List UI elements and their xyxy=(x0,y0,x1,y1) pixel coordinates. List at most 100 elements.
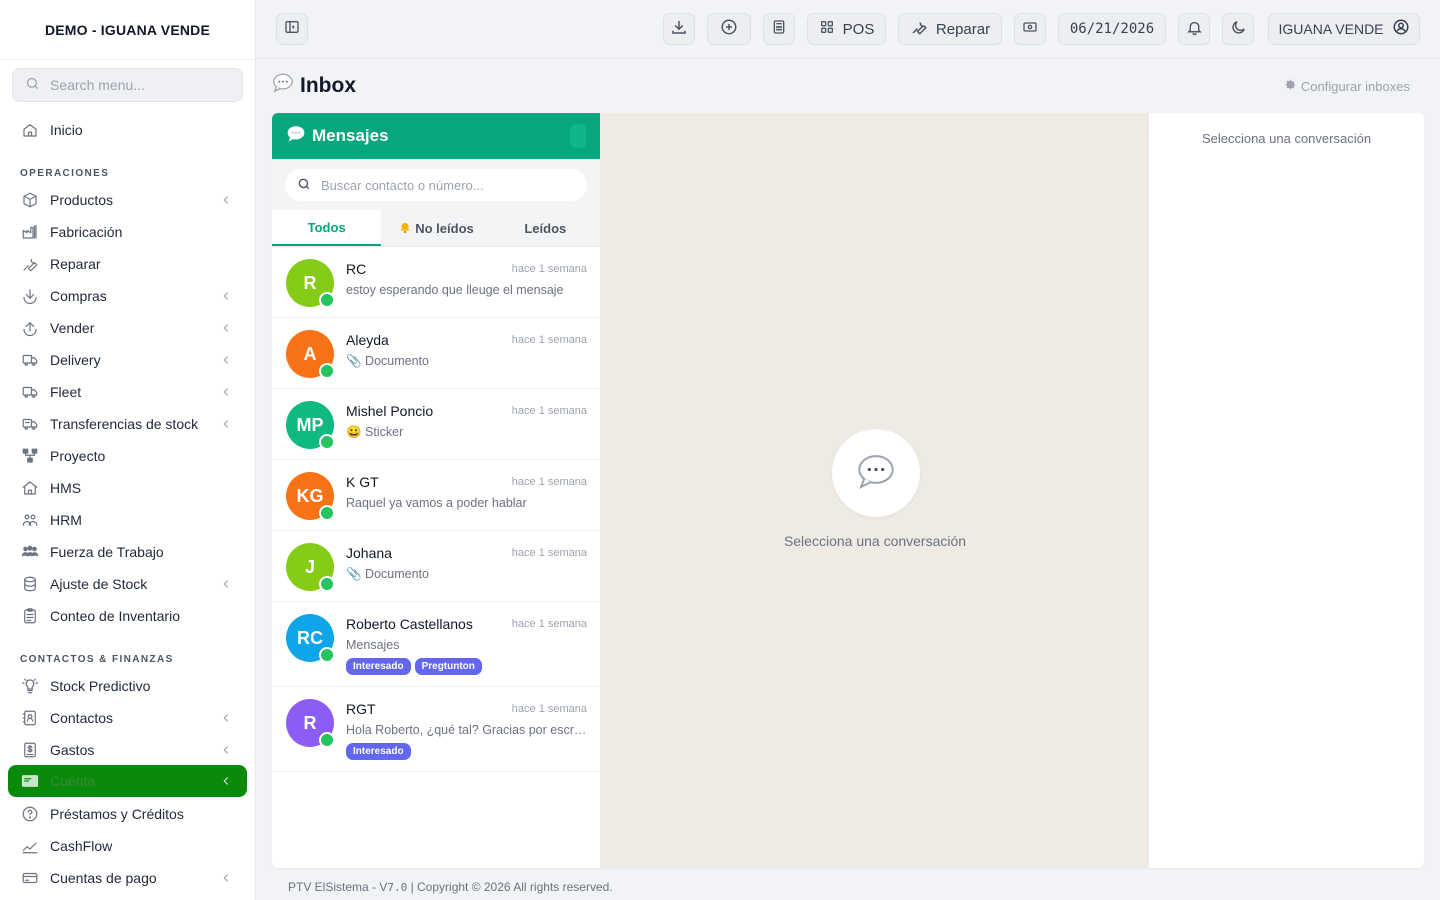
chevron-left-icon xyxy=(219,289,235,303)
tag-badge[interactable]: Interesado xyxy=(346,743,411,760)
menu-search-input[interactable] xyxy=(50,77,230,93)
tag-badge[interactable]: Interesado xyxy=(346,658,411,675)
sidebar-item-cashflow[interactable]: CashFlow xyxy=(8,830,247,862)
chevron-left-icon xyxy=(219,711,235,725)
chevron-left-icon xyxy=(219,871,235,885)
menu-search[interactable] xyxy=(12,68,243,102)
conversation-preview: 📎 Documento xyxy=(346,567,429,581)
empty-chat-text: Selecciona una conversación xyxy=(783,533,967,549)
contact-search-input[interactable] xyxy=(321,177,561,193)
sidebar-item-productos[interactable]: Productos xyxy=(8,184,247,216)
conversation-item[interactable]: KG K GT hace 1 semana Raquel ya vamos a pod… xyxy=(272,460,601,531)
sidebar-item-label: Cuenta xyxy=(50,773,96,789)
wrench-icon xyxy=(910,18,928,40)
conversation-item[interactable]: R RC hace 1 semana estoy esperando que lleu… xyxy=(272,247,601,318)
conversation-item[interactable]: R RGT hace 1 semana Hola Roberto, ¿qué tal?… xyxy=(272,687,601,772)
sidebar-item-fuerza-de-trabajo[interactable]: Fuerza de Trabajo xyxy=(8,536,247,568)
chevron-left-icon xyxy=(219,353,235,367)
user-menu-button[interactable]: IGUANA VENDE xyxy=(1268,13,1420,45)
conversation-preview: Mensajes xyxy=(346,638,400,652)
sidebar-item-proyecto[interactable]: Proyecto xyxy=(8,440,247,472)
contact-search[interactable] xyxy=(285,169,587,201)
cash-button[interactable] xyxy=(1014,13,1046,45)
sidebar-item-vender[interactable]: Vender xyxy=(8,312,247,344)
repair-button[interactable]: Reparar xyxy=(898,13,1002,45)
configure-inboxes-link[interactable]: Configurar inboxes xyxy=(1284,78,1410,94)
page-title-text: Inbox xyxy=(300,74,356,97)
sidebar-item-fabricacion[interactable]: Fabricación xyxy=(8,216,247,248)
calculator-button[interactable] xyxy=(763,13,795,45)
conversation-item[interactable]: J Johana hace 1 semana 📎 Documento xyxy=(272,531,601,602)
conversation-tags: Interesado Pregtunton xyxy=(346,658,482,675)
sidebar-item-label: Préstamos y Créditos xyxy=(50,806,184,822)
avatar-initials: KG xyxy=(296,485,324,506)
tag-badge[interactable]: Pregtunton xyxy=(414,658,482,675)
online-status-dot xyxy=(319,576,335,592)
tab-unread[interactable]: No leídos xyxy=(381,210,490,246)
conversation-name: K GT xyxy=(346,474,379,490)
chevron-left-icon xyxy=(219,385,235,399)
conversation-item[interactable]: A Aleyda hace 1 semana 📎 Documento xyxy=(272,318,601,389)
sidebar-item-reparar[interactable]: Reparar xyxy=(8,248,247,280)
sidebar-item-hrm[interactable]: HRM xyxy=(8,504,247,536)
sidebar-item-label: Productos xyxy=(50,192,114,208)
dark-mode-button[interactable] xyxy=(1222,13,1254,45)
sidebar-item-prestamos-y-creditos[interactable]: Préstamos y Créditos xyxy=(8,798,247,830)
chevron-left-icon xyxy=(219,577,235,591)
home-icon xyxy=(20,120,40,140)
sidebar-item-label: HRM xyxy=(50,512,82,528)
conversation-preview: 📎 Documento xyxy=(346,354,429,368)
sidebar-item-conteo-de-inventario[interactable]: Conteo de Inventario xyxy=(8,600,247,632)
add-button[interactable] xyxy=(707,13,751,45)
sidebar-item-compras[interactable]: Compras xyxy=(8,280,247,312)
download-button[interactable] xyxy=(663,13,695,45)
conversation-name: RC xyxy=(346,261,367,277)
sidebar-item-cuentas-de-pago[interactable]: Cuentas de pago xyxy=(8,862,247,894)
question-circle-icon xyxy=(20,804,40,824)
download-icon xyxy=(20,286,40,306)
sidebar-item-label: Contactos xyxy=(50,710,114,726)
tab-all[interactable]: Todos xyxy=(272,210,382,246)
sidebar-item-stock-predictivo[interactable]: Stock Predictivo xyxy=(8,670,247,702)
sidebar-item-label: Delivery xyxy=(50,352,101,368)
contact-search-area xyxy=(272,159,600,210)
grid-icon xyxy=(819,19,835,39)
pos-button[interactable]: POS xyxy=(807,13,886,45)
date-display[interactable]: 06/21/2026 xyxy=(1058,13,1166,45)
speech-bubble-icon xyxy=(272,72,294,100)
sidebar-item-hms[interactable]: HMS xyxy=(8,472,247,504)
sidebar-item-label: Conteo de Inventario xyxy=(50,608,180,624)
conversation-item[interactable]: RC Roberto Castellanos hace 1 semana Mensaj… xyxy=(272,602,601,687)
sidebar-item-gastos[interactable]: Gastos xyxy=(8,734,247,766)
box-icon xyxy=(20,190,40,210)
lightbulb-icon xyxy=(20,676,40,696)
sidebar-item-transferencias-de-stock[interactable]: Transferencias de stock xyxy=(8,408,247,440)
tab-read[interactable]: Leídos xyxy=(491,210,600,246)
avatar-initials: A xyxy=(303,343,317,364)
sidebar-item-cuenta[interactable]: Cuenta xyxy=(8,765,247,797)
avatar-initials: RC xyxy=(297,627,323,648)
date-value: 06/21/2026 xyxy=(1069,21,1155,37)
conversation-name: Aleyda xyxy=(346,332,389,348)
conversation-time: hace 1 semana xyxy=(511,703,587,715)
footer-suffix: | Copyright © 2026 All rights reserved. xyxy=(407,880,613,894)
truck-icon xyxy=(20,382,40,402)
header-action-button[interactable] xyxy=(570,124,586,148)
section-title-operaciones: OPERACIONES xyxy=(20,168,110,179)
pos-label: POS xyxy=(842,20,875,38)
credit-card-icon xyxy=(20,868,40,888)
sidebar-item-delivery[interactable]: Delivery xyxy=(8,344,247,376)
sidebar-item-fleet[interactable]: Fleet xyxy=(8,376,247,408)
sidebar-item-label: Compras xyxy=(50,288,107,304)
avatar-initials: R xyxy=(303,272,317,293)
sidebar-item-ajuste-de-stock[interactable]: Ajuste de Stock xyxy=(8,568,247,600)
conversation-item[interactable]: MP Mishel Poncio hace 1 semana 😀 Sticker xyxy=(272,389,601,460)
sidebar-item-contactos[interactable]: Contactos xyxy=(8,702,247,734)
chevron-left-icon xyxy=(219,743,235,757)
online-status-dot xyxy=(319,292,335,308)
sidebar-item-inicio[interactable]: Inicio xyxy=(8,114,247,146)
notifications-button[interactable] xyxy=(1178,13,1210,45)
avatar-initials: R xyxy=(303,712,317,733)
toggle-sidebar-button[interactable] xyxy=(276,13,308,45)
conversation-time: hace 1 semana xyxy=(511,547,587,559)
